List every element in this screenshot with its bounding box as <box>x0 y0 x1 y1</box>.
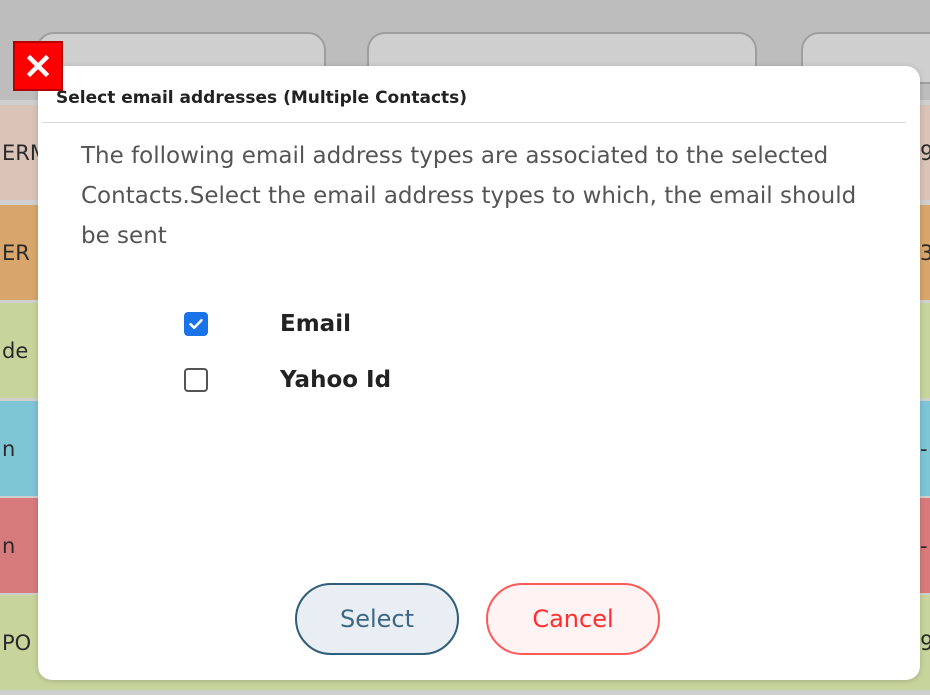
option-email-row[interactable]: Email <box>184 306 351 342</box>
background-row-right-text <box>919 303 930 398</box>
dialog-title: Select email addresses (Multiple Contact… <box>56 88 468 108</box>
email-checkbox[interactable] <box>184 312 208 336</box>
option-yahoo-row[interactable]: Yahoo Id <box>184 362 391 398</box>
dialog-divider <box>42 122 906 123</box>
background-row-left-text: n <box>2 436 16 461</box>
background-row-left-text: n <box>2 533 16 558</box>
dialog-message: The following email address types are as… <box>81 143 857 249</box>
email-option-label: Email <box>280 311 351 337</box>
cancel-button[interactable]: Cancel <box>486 583 660 655</box>
checkmark-icon <box>189 318 203 330</box>
yahoo-id-checkbox[interactable] <box>184 368 208 392</box>
background-row-left-text: de <box>2 338 29 363</box>
background-row-left-text: ER <box>2 240 30 265</box>
background-row-right-text: 9 <box>920 140 930 165</box>
background-row-left-text: PO <box>2 630 32 655</box>
close-button[interactable] <box>13 41 63 91</box>
background-row-right-text: - <box>920 533 928 558</box>
background-row-right-text: 3 <box>920 240 930 265</box>
background-row-right-text: 9 <box>920 630 930 655</box>
email-selection-dialog: Select email addresses (Multiple Contact… <box>38 66 920 680</box>
background-row-right-text: - <box>920 436 928 461</box>
background-row-left-text: ERM <box>2 140 42 165</box>
close-icon <box>26 54 50 78</box>
select-button[interactable]: Select <box>295 583 459 655</box>
yahoo-id-option-label: Yahoo Id <box>280 367 392 393</box>
